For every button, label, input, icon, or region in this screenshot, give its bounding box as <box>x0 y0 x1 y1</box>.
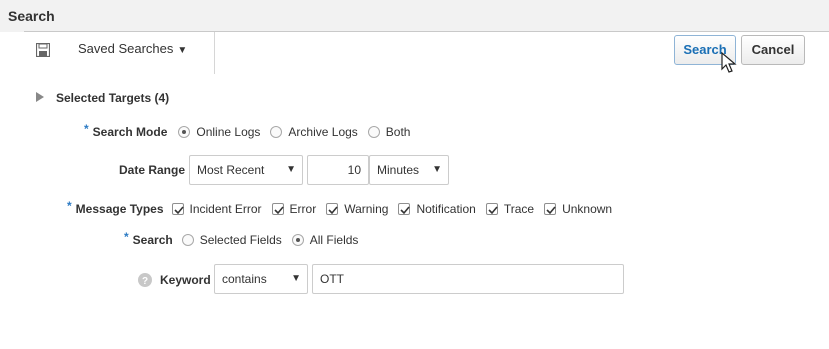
saved-searches-label: Saved Searches <box>78 41 174 56</box>
check-icon <box>173 206 184 215</box>
search-scope-selected-fields[interactable]: Selected Fields <box>181 233 282 247</box>
saved-searches-menu[interactable]: Saved Searches ▼ <box>78 41 187 56</box>
option-label: Notification <box>416 202 476 216</box>
check-icon <box>546 206 556 215</box>
radio-all-fields[interactable] <box>291 234 304 246</box>
checkbox-incident-error[interactable] <box>171 203 184 215</box>
radio-archive-logs[interactable] <box>270 126 283 138</box>
keyword-label: Keyword <box>160 273 211 287</box>
check-icon <box>273 206 284 215</box>
toolbar-divider <box>214 32 215 74</box>
keyword-operator-value: contains <box>222 272 267 286</box>
radio-both[interactable] <box>367 126 380 138</box>
search-mode-online-logs[interactable]: Online Logs <box>178 125 260 139</box>
required-indicator: * <box>84 122 89 136</box>
keyword-operator-select[interactable]: contains ▼ <box>214 264 308 294</box>
check-icon <box>328 206 338 215</box>
header-bar: Search <box>0 0 829 32</box>
chevron-down-icon: ▼ <box>291 273 301 284</box>
checkbox-unknown[interactable] <box>544 203 557 215</box>
search-scope-all-fields[interactable]: All Fields <box>291 233 359 247</box>
save-icon[interactable] <box>36 43 50 57</box>
option-label: Archive Logs <box>288 125 358 139</box>
option-label: Error <box>289 202 317 216</box>
date-unit-select[interactable]: Minutes ▼ <box>369 155 449 185</box>
message-type-unknown[interactable]: Unknown <box>544 202 612 216</box>
date-range-value: Most Recent <box>197 163 265 177</box>
search-mode-archive-logs[interactable]: Archive Logs <box>270 125 358 139</box>
message-type-warning[interactable]: Warning <box>326 202 388 216</box>
checkbox-trace[interactable] <box>485 203 498 215</box>
message-type-error[interactable]: Error <box>271 202 317 216</box>
option-label: All Fields <box>309 233 359 247</box>
check-icon <box>488 206 498 215</box>
search-mode-row: * Search Mode Online Logs Archive Logs B… <box>84 120 420 144</box>
date-amount-input[interactable]: 10 <box>307 155 369 185</box>
radio-selected-fields[interactable] <box>181 234 194 246</box>
message-types-row: * Message Types Incident Error Error War… <box>67 197 622 221</box>
required-indicator: * <box>67 199 72 213</box>
option-label: Unknown <box>562 202 613 216</box>
message-types-label: Message Types <box>75 202 164 216</box>
search-mode-label: Search Mode <box>92 125 168 139</box>
expand-triangle-icon <box>36 92 44 102</box>
chevron-down-icon: ▼ <box>286 164 296 175</box>
message-type-incident-error[interactable]: Incident Error <box>171 202 262 216</box>
search-scope-label: Search <box>132 233 173 247</box>
option-label: Incident Error <box>189 202 262 216</box>
option-label: Warning <box>344 202 389 216</box>
cursor-icon <box>721 52 737 73</box>
page-title: Search <box>8 8 55 24</box>
date-unit-value: Minutes <box>377 163 420 177</box>
checkbox-error[interactable] <box>271 203 284 215</box>
cancel-button[interactable]: Cancel <box>741 35 805 65</box>
radio-online-logs[interactable] <box>178 126 191 138</box>
option-label: Trace <box>503 202 535 216</box>
checkbox-notification[interactable] <box>398 203 411 215</box>
date-range-label: Date Range <box>119 163 186 177</box>
option-label: Both <box>385 125 411 139</box>
caret-down-icon: ▼ <box>177 45 188 56</box>
option-label: Selected Fields <box>199 233 282 247</box>
chevron-down-icon: ▼ <box>432 164 442 175</box>
date-range-select[interactable]: Most Recent ▼ <box>189 155 303 185</box>
keyword-input[interactable]: OTT <box>312 264 624 294</box>
option-label: Online Logs <box>196 125 261 139</box>
date-amount-value: 10 <box>347 163 361 177</box>
checkbox-warning[interactable] <box>326 203 339 215</box>
keyword-value: OTT <box>320 272 344 286</box>
search-scope-row: * Search Selected Fields All Fields <box>124 228 368 252</box>
selected-targets-label: Selected Targets (4) <box>56 91 170 105</box>
message-type-trace[interactable]: Trace <box>485 202 535 216</box>
required-indicator: * <box>124 230 129 244</box>
check-icon <box>400 206 411 215</box>
message-type-notification[interactable]: Notification <box>398 202 476 216</box>
search-mode-both[interactable]: Both <box>367 125 411 139</box>
help-icon[interactable]: ? <box>138 273 152 287</box>
svg-text:?: ? <box>142 276 148 287</box>
